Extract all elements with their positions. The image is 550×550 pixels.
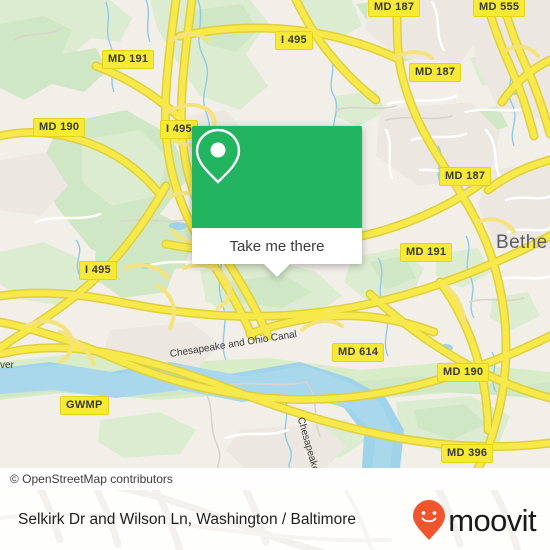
road-shield: MD 555 xyxy=(473,0,526,17)
road-shield: MD 187 xyxy=(368,0,421,17)
take-me-there-label: Take me there xyxy=(229,237,325,255)
road-shield: MD 396 xyxy=(441,444,494,463)
map-screen: MD 187 MD 555 I 495 MD 187 MD 191 MD 190… xyxy=(0,0,550,550)
road-shield: MD 191 xyxy=(400,243,453,262)
road-shield: GWMP xyxy=(60,396,109,415)
road-shield: MD 614 xyxy=(332,343,385,362)
footer-bar: Selkirk Dr and Wilson Ln, Washington / B… xyxy=(0,490,550,550)
moovit-wordmark: moovit xyxy=(448,502,536,538)
road-shield: MD 187 xyxy=(409,63,462,82)
place-label-bethesda: Bethe xyxy=(496,232,548,253)
moovit-smiley-pin-icon xyxy=(413,500,446,540)
location-title: Selkirk Dr and Wilson Ln, Washington / B… xyxy=(18,511,356,528)
osm-attribution-text[interactable]: © OpenStreetMap contributors xyxy=(10,472,173,486)
road-shield: MD 190 xyxy=(437,363,490,382)
moovit-logo[interactable]: moovit xyxy=(412,499,537,541)
popup-header xyxy=(192,126,362,228)
road-shield: I 495 xyxy=(79,261,117,280)
road-shield: I 495 xyxy=(275,31,313,50)
map-pin-icon xyxy=(195,128,241,184)
take-me-there-button[interactable]: Take me there xyxy=(192,228,362,264)
attribution-bar: © OpenStreetMap contributors xyxy=(0,468,550,490)
road-shield: MD 187 xyxy=(439,167,492,186)
map-canvas[interactable]: MD 187 MD 555 I 495 MD 187 MD 191 MD 190… xyxy=(0,0,550,468)
road-shield: MD 190 xyxy=(33,118,86,137)
popup-pointer-tail xyxy=(264,264,290,277)
river-label: ver xyxy=(0,360,14,371)
destination-popup-card[interactable]: Take me there xyxy=(192,126,362,277)
road-shield: MD 191 xyxy=(102,50,155,69)
